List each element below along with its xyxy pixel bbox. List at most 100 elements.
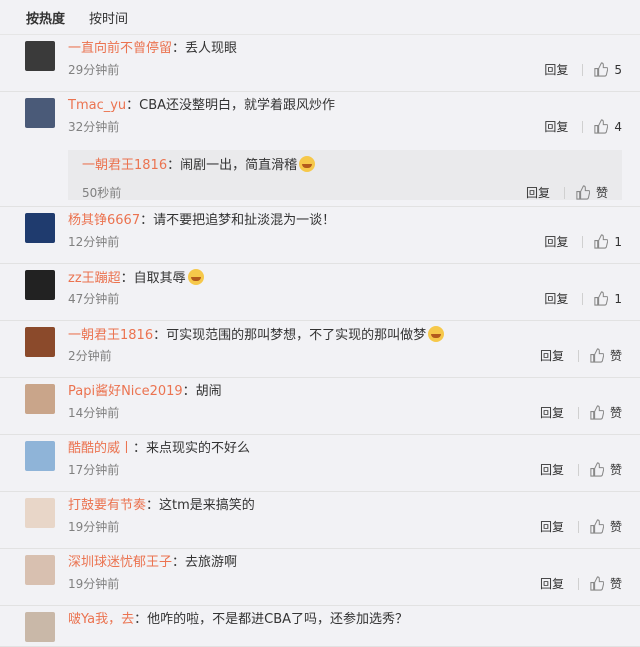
comment-row: 深圳球迷忧郁王子：去旅游啊 19分钟前 回复 赞	[0, 549, 640, 606]
reply-button[interactable]: 回复	[540, 575, 564, 592]
divider	[577, 349, 579, 362]
divider	[582, 63, 584, 76]
reply-button[interactable]: 回复	[540, 518, 564, 535]
like-button[interactable]: 赞	[589, 518, 622, 535]
reply-button[interactable]: 回复	[540, 347, 564, 364]
reply-button[interactable]: 回复	[544, 233, 568, 250]
comment-list: 一直向前不曾停留：丢人现眼 29分钟前 回复 5 Tmac_yu：CBA还没整明白，就学…	[0, 35, 640, 647]
comment-text: ：胡闹	[182, 384, 222, 399]
like-button[interactable]: 赞	[589, 404, 622, 421]
like-button[interactable]: 赞	[589, 347, 622, 364]
like-button[interactable]: 赞	[589, 575, 622, 592]
avatar[interactable]	[25, 213, 55, 243]
comment-line: 一直向前不曾停留：丢人现眼	[68, 40, 622, 58]
comment-username[interactable]: 啵Ya我，去	[68, 612, 134, 627]
comment-username[interactable]: 一直向前不曾停留	[68, 41, 172, 56]
avatar[interactable]	[25, 612, 55, 642]
like-button[interactable]: 1	[593, 291, 622, 306]
thumbs-up-icon	[590, 462, 604, 477]
comment-row: 一朝君王1816：可实现范围的那叫梦想，不了实现的那叫做梦 2分钟前 回复 赞	[0, 321, 640, 378]
like-count: 1	[614, 291, 622, 306]
comment-body: 打鼓要有节奏：这tm是来搞笑的 19分钟前 回复 赞	[68, 492, 622, 548]
sort-tabs: 按热度 按时间	[0, 0, 640, 35]
divider	[582, 292, 584, 305]
like-button[interactable]: 4	[593, 119, 622, 134]
reply-button[interactable]: 回复	[540, 404, 564, 421]
comment-row: Papi酱好Nice2019：胡闹 14分钟前 回复 赞	[0, 378, 640, 435]
comment-username[interactable]: zz王蹦超	[68, 271, 121, 286]
reply-button[interactable]: 回复	[544, 118, 568, 135]
avatar[interactable]	[25, 41, 55, 71]
tab-by-time[interactable]: 按时间	[89, 8, 128, 27]
comment-row: 一直向前不曾停留：丢人现眼 29分钟前 回复 5	[0, 35, 640, 92]
comment-actions: 回复 赞	[540, 518, 622, 535]
thumbs-up-icon	[594, 62, 609, 77]
comment-row: 酷酷的威丨：来点现实的不好么 17分钟前 回复 赞	[0, 435, 640, 492]
like-button[interactable]: 5	[593, 62, 622, 77]
avatar[interactable]	[25, 384, 55, 414]
comment-line: 啵Ya我，去：他咋的啦，不是都进CBA了吗，还参加选秀？	[68, 611, 622, 629]
comment-username[interactable]: 深圳球迷忧郁王子	[68, 555, 172, 570]
comment-body: 一直向前不曾停留：丢人现眼 29分钟前 回复 5	[68, 35, 622, 91]
comment-text: ：这tm是来搞笑的	[146, 498, 255, 513]
comment-row: 打鼓要有节奏：这tm是来搞笑的 19分钟前 回复 赞	[0, 492, 640, 549]
comment-text: ：他咋的啦，不是都进CBA了吗，还参加选秀？	[134, 612, 409, 627]
thumbs-up-icon	[594, 291, 609, 306]
comment-line: 酷酷的威丨：来点现实的不好么	[68, 440, 622, 458]
comment-text: ：来点现实的不好么	[133, 441, 251, 456]
comment-actions: 回复 5	[544, 61, 622, 78]
divider	[577, 577, 579, 590]
avatar[interactable]	[25, 441, 55, 471]
avatar[interactable]	[25, 98, 55, 128]
thumbs-up-icon	[590, 348, 604, 363]
comment-username[interactable]: 杨其铮6667	[68, 213, 140, 228]
comment-body: 啵Ya我，去：他咋的啦，不是都进CBA了吗，还参加选秀？	[68, 606, 622, 646]
reply-button[interactable]: 回复	[544, 61, 568, 78]
like-button[interactable]: 赞	[575, 184, 608, 201]
like-count: 赞	[595, 186, 608, 200]
like-count: 5	[614, 62, 622, 77]
comment-time: 32分钟前	[68, 120, 120, 134]
comment-username[interactable]: 一朝君王1816	[68, 328, 153, 343]
comment-text: ：CBA还没整明白，就学着跟风炒作	[126, 98, 336, 113]
like-button[interactable]: 赞	[589, 461, 622, 478]
comment-row: Tmac_yu：CBA还没整明白，就学着跟风炒作 32分钟前 回复 4 一朝君王1816…	[0, 92, 640, 207]
comment-actions: 回复 赞	[540, 347, 622, 364]
reply-button[interactable]: 回复	[526, 184, 550, 201]
like-button[interactable]: 1	[593, 234, 622, 249]
like-count: 赞	[609, 577, 622, 591]
avatar[interactable]	[25, 555, 55, 585]
avatar[interactable]	[25, 498, 55, 528]
avatar[interactable]	[25, 270, 55, 300]
thumbs-up-icon	[594, 119, 609, 134]
divider	[577, 463, 579, 476]
comment-actions: 回复 赞	[540, 404, 622, 421]
sub-reply-username[interactable]: 一朝君王1816	[82, 158, 167, 173]
like-count: 4	[614, 119, 622, 134]
comment-line: 杨其铮6667：请不要把追梦和扯淡混为一谈！	[68, 212, 622, 230]
comment-username[interactable]: Papi酱好Nice2019	[68, 384, 183, 399]
comment-time: 19分钟前	[68, 520, 120, 534]
tab-by-hot[interactable]: 按热度	[26, 8, 65, 27]
comment-body: 杨其铮6667：请不要把追梦和扯淡混为一谈！ 12分钟前 回复 1	[68, 207, 622, 263]
comment-username[interactable]: 打鼓要有节奏	[68, 498, 146, 513]
sub-reply-line: 一朝君王1816：闹剧一出，简直滑稽	[68, 150, 622, 175]
comment-body: Tmac_yu：CBA还没整明白，就学着跟风炒作 32分钟前 回复 4 一朝君王1816…	[68, 92, 622, 206]
comment-actions: 回复 1	[544, 290, 622, 307]
laugh-emoji-icon	[428, 326, 445, 342]
comment-actions: 回复 赞	[540, 461, 622, 478]
comment-actions: 回复 1	[544, 233, 622, 250]
comment-text: ：丢人现眼	[172, 41, 238, 56]
like-count: 1	[614, 234, 622, 249]
reply-button[interactable]: 回复	[544, 290, 568, 307]
comment-username[interactable]: Tmac_yu	[68, 98, 126, 113]
divider	[577, 520, 579, 533]
sub-reply-time: 50秒前	[82, 186, 122, 200]
comment-time: 12分钟前	[68, 235, 120, 249]
comment-username[interactable]: 酷酷的威丨	[68, 441, 133, 456]
avatar[interactable]	[25, 327, 55, 357]
comment-line: Tmac_yu：CBA还没整明白，就学着跟风炒作	[68, 97, 622, 115]
reply-button[interactable]: 回复	[540, 461, 564, 478]
comment-text: ：去旅游啊	[172, 555, 238, 570]
thumbs-up-icon	[590, 576, 604, 591]
